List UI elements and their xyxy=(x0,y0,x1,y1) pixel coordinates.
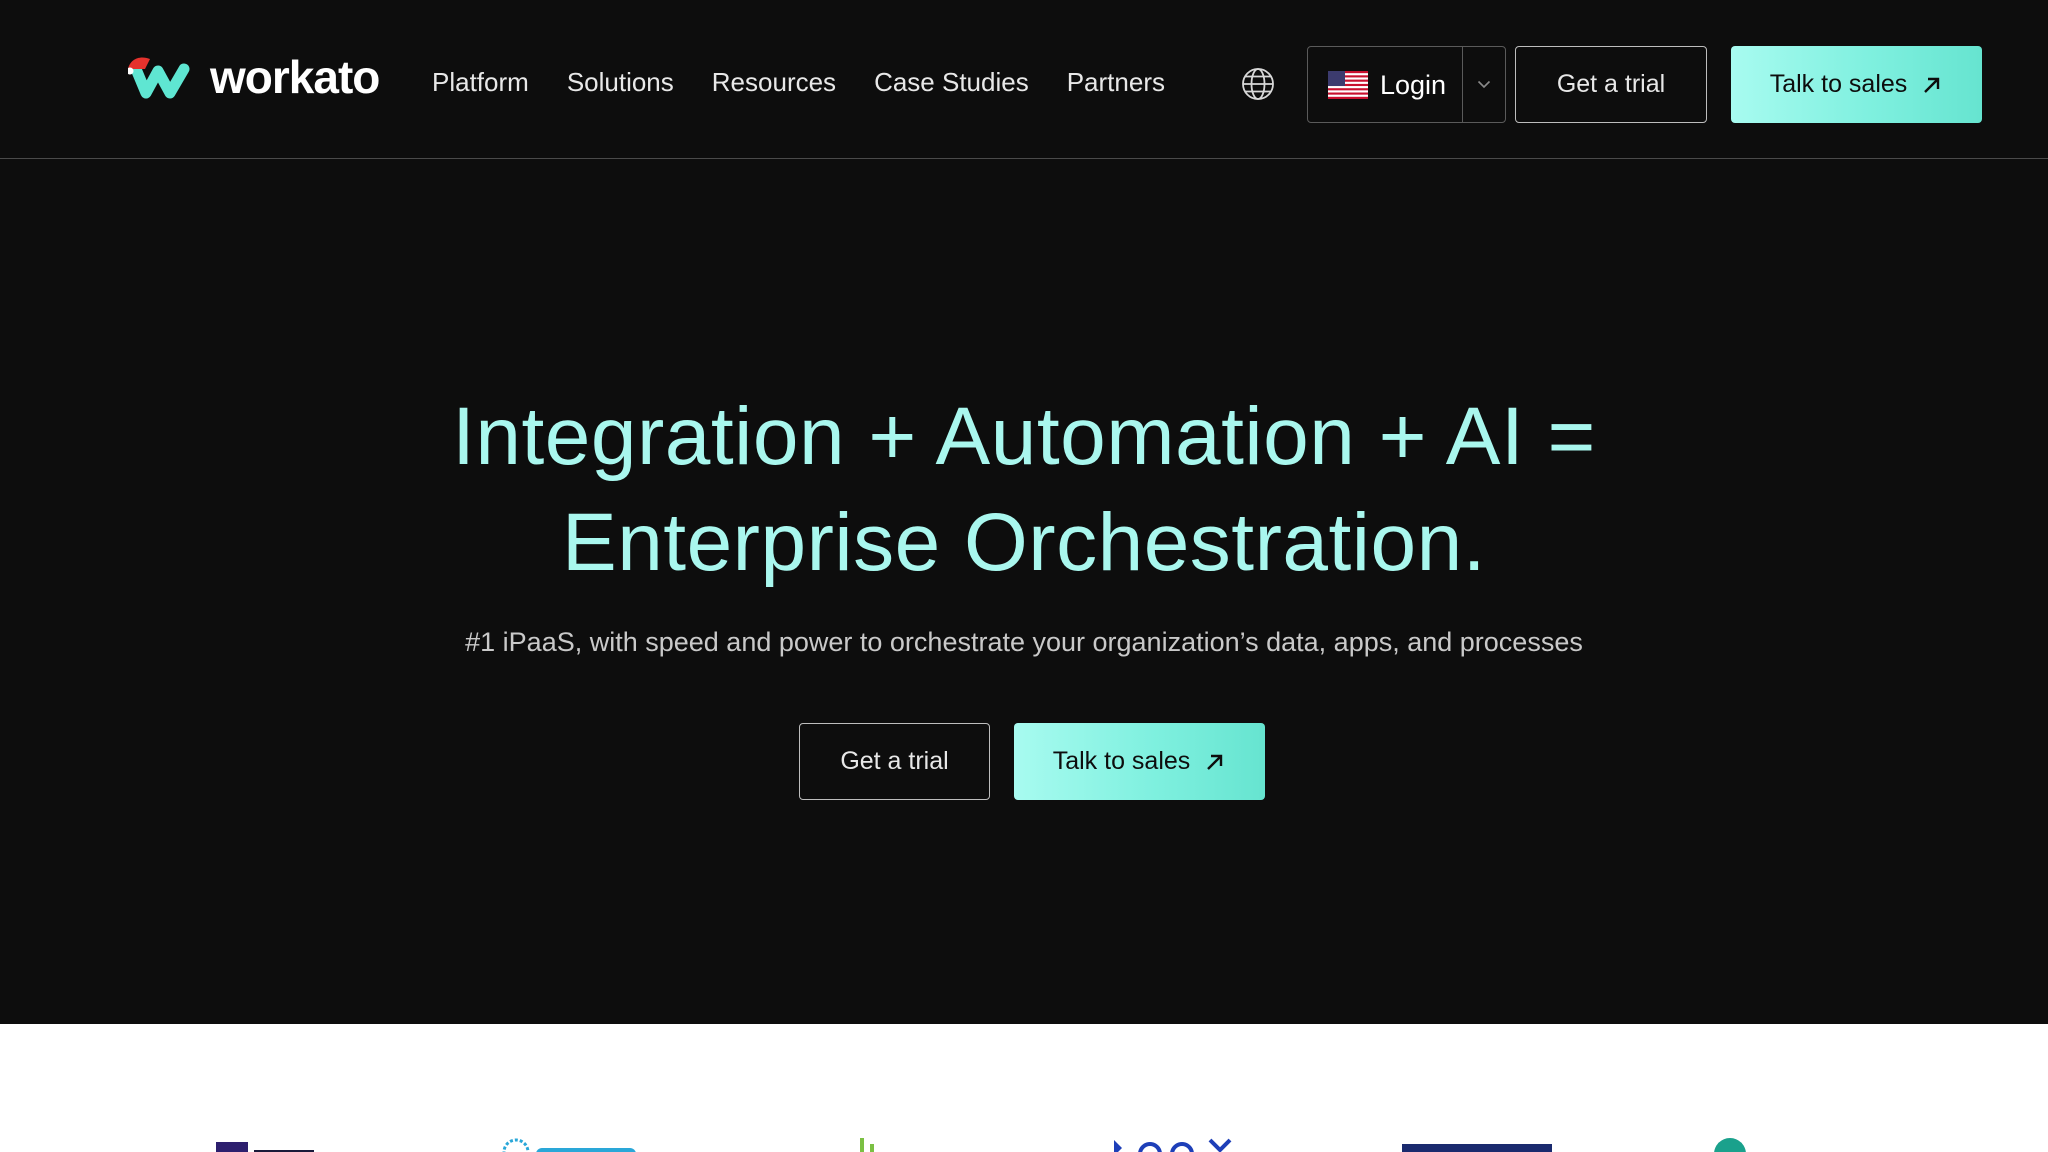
hero-subtitle: #1 iPaaS, with speed and power to orches… xyxy=(465,627,1583,657)
nav-platform[interactable]: Platform xyxy=(432,62,529,102)
customer-logo-4 xyxy=(1114,1138,1232,1152)
customer-logos-strip xyxy=(0,1024,2048,1152)
nav-partners[interactable]: Partners xyxy=(1067,62,1165,102)
header-get-trial-label: Get a trial xyxy=(1556,70,1666,98)
login-selector: Login xyxy=(1307,46,1506,123)
hero-title-line-2: Enterprise Orchestration. xyxy=(562,497,1486,588)
customer-logo-3 xyxy=(860,1138,874,1152)
workato-logo[interactable]: workato xyxy=(128,51,380,103)
hero-title-line-1: Integration + Automation + AI = xyxy=(452,391,1596,482)
arrow-up-right-icon xyxy=(1924,77,1940,93)
login-dropdown-toggle[interactable] xyxy=(1463,47,1505,122)
hero-talk-to-sales-label: Talk to sales xyxy=(1052,747,1191,775)
chevron-down-icon xyxy=(1477,80,1491,89)
customer-logo-2 xyxy=(502,1138,636,1152)
workato-logo-icon xyxy=(128,57,190,99)
brand-name: workato xyxy=(210,51,380,103)
arrow-up-right-icon xyxy=(1207,754,1223,770)
hero-talk-to-sales-button[interactable]: Talk to sales xyxy=(1014,723,1265,800)
hero-get-trial-button[interactable]: Get a trial xyxy=(799,723,990,800)
login-button[interactable]: Login xyxy=(1308,47,1463,122)
customer-logo-1 xyxy=(216,1142,314,1152)
main-nav: Platform Solutions Resources Case Studie… xyxy=(432,62,1165,102)
customer-logo-6 xyxy=(1714,1138,1746,1152)
login-label: Login xyxy=(1380,69,1447,100)
header-talk-to-sales-label: Talk to sales xyxy=(1769,70,1908,98)
header-get-trial-button[interactable]: Get a trial xyxy=(1515,46,1707,123)
nav-solutions[interactable]: Solutions xyxy=(567,62,674,102)
hero-get-trial-label: Get a trial xyxy=(840,747,949,775)
customer-logo-5 xyxy=(1402,1144,1552,1152)
hero-title: Integration + Automation + AI = Enterpri… xyxy=(0,384,2048,596)
site-header: workato Platform Solutions Resources Cas… xyxy=(0,0,2048,159)
nav-case-studies[interactable]: Case Studies xyxy=(874,62,1029,102)
us-flag-icon xyxy=(1328,70,1368,99)
header-talk-to-sales-button[interactable]: Talk to sales xyxy=(1731,46,1982,123)
nav-resources[interactable]: Resources xyxy=(712,62,836,102)
globe-icon[interactable] xyxy=(1240,66,1276,102)
